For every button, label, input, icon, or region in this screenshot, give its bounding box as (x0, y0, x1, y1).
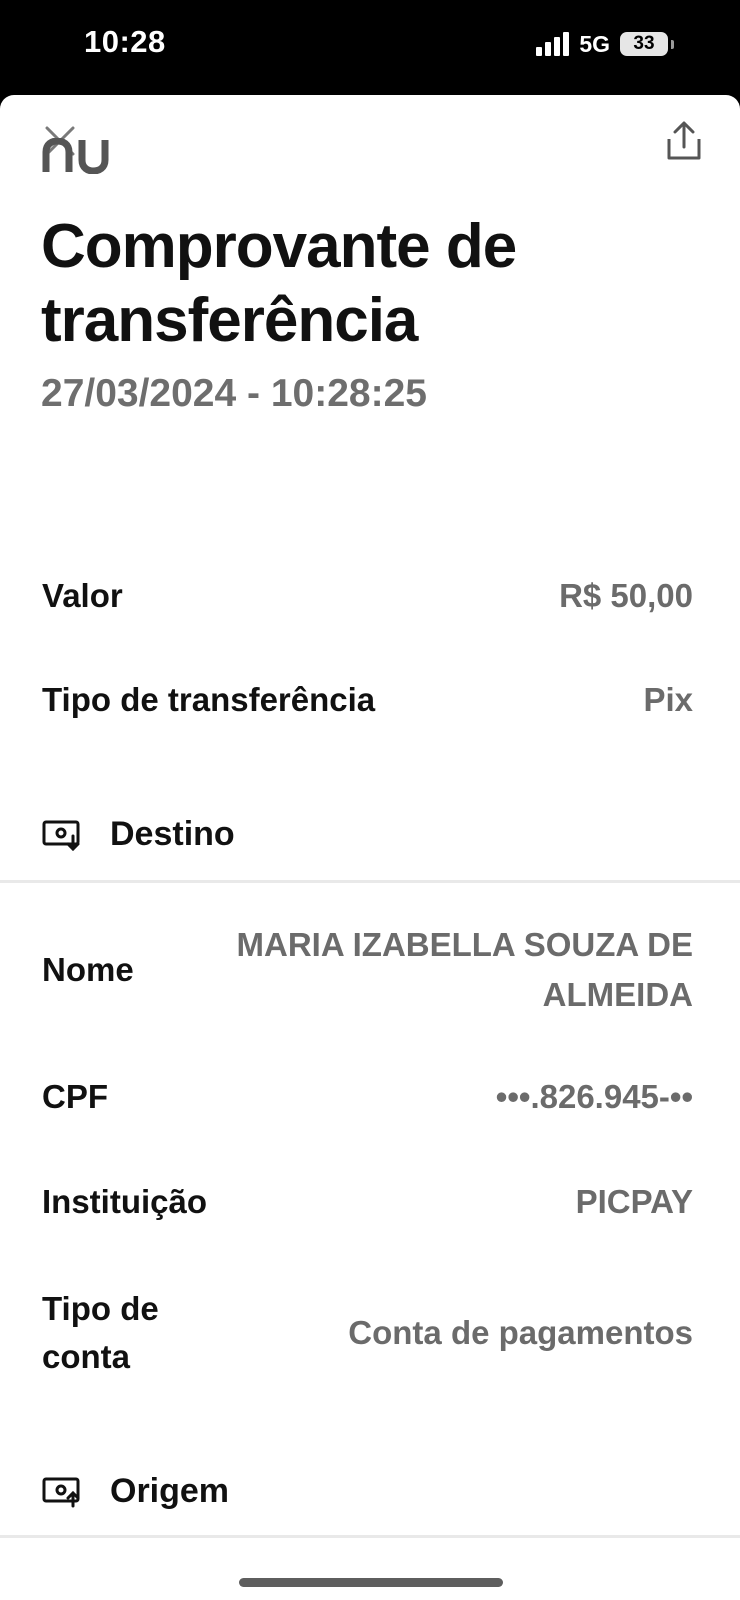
field-value: •••.826.945-•• (495, 1078, 693, 1115)
share-icon (667, 121, 701, 160)
field-label: CPF (42, 1078, 108, 1115)
section-title-destino: Destino (110, 815, 235, 853)
section-destino: Destino (42, 815, 235, 854)
battery-icon: 33 (620, 32, 668, 56)
field-value: Pix (643, 681, 693, 718)
divider (0, 880, 740, 883)
field-label: Instituição (42, 1183, 208, 1220)
nu-logo (42, 138, 109, 174)
field-value: R$ 50,00 (559, 577, 693, 614)
field-value: MARIA IZABELLA SOUZA DE ALMEIDA (236, 926, 693, 1013)
field-label: Tipo de transferência (42, 681, 376, 718)
battery-tip (671, 39, 674, 49)
network-label: 5G (579, 30, 610, 57)
transfer-datetime: 27/03/2024 - 10:28:25 (41, 372, 427, 415)
battery-level: 33 (633, 33, 655, 54)
home-indicator[interactable] (239, 1578, 503, 1587)
field-row-tipo-conta: Tipo de conta Conta de pagamentos (42, 1283, 693, 1383)
money-out-icon (42, 1477, 80, 1507)
field-label: Tipo de conta (42, 1290, 159, 1375)
page-title: Comprovante de transferência (41, 212, 517, 355)
divider (0, 1535, 740, 1538)
status-bar: 10:28 5G 33 (0, 0, 740, 96)
status-indicators: 5G 33 (536, 30, 674, 58)
field-value: Conta de pagamentos (348, 1314, 693, 1351)
section-origem: Origem (42, 1472, 229, 1511)
field-label: Nome (42, 951, 134, 988)
field-row-tipo-transferencia: Tipo de transferência Pix (42, 674, 693, 726)
field-row-cpf: CPF •••.826.945-•• (42, 1071, 693, 1123)
section-title-origem: Origem (110, 1472, 230, 1510)
field-row-valor: Valor R$ 50,00 (42, 570, 693, 622)
share-button[interactable] (658, 115, 710, 167)
money-in-icon (42, 820, 80, 851)
field-label: Valor (42, 577, 123, 614)
status-time: 10:28 (84, 24, 166, 59)
field-value: PICPAY (575, 1183, 693, 1220)
field-row-nome: Nome MARIA IZABELLA SOUZA DE ALMEIDA (42, 920, 693, 1020)
signal-icon (536, 32, 570, 56)
field-row-instituicao: Instituição PICPAY (42, 1176, 693, 1228)
